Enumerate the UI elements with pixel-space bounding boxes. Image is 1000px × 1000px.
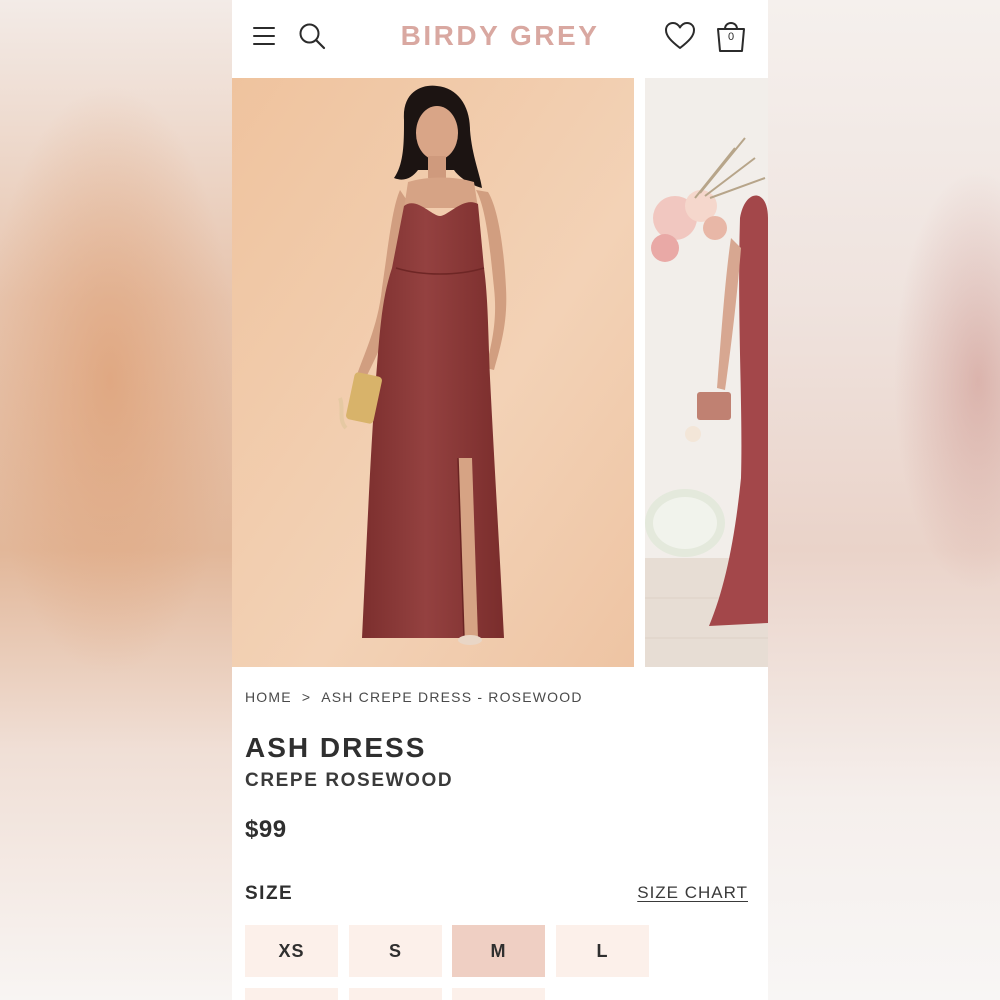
- product-subtitle: CREPE ROSEWOOD: [245, 770, 454, 791]
- brand-logo[interactable]: BIRDY GREY: [382, 20, 618, 52]
- breadcrumb-current-page[interactable]: ASH CREPE DRESS - ROSEWOOD: [321, 689, 582, 705]
- background-blur-left: [0, 0, 232, 1000]
- site-header: BIRDY GREY 0: [232, 0, 768, 78]
- breadcrumb: HOME > ASH CREPE DRESS - ROSEWOOD: [245, 689, 583, 705]
- size-option-m[interactable]: M: [452, 925, 545, 977]
- breadcrumb-home-link[interactable]: HOME: [245, 689, 292, 705]
- shopping-bag-icon[interactable]: 0: [714, 17, 748, 55]
- size-option-l[interactable]: L: [556, 925, 649, 977]
- background-blur-right: [768, 0, 1000, 1000]
- size-chart-link[interactable]: SIZE CHART: [637, 883, 748, 903]
- product-photo-front[interactable]: [232, 78, 634, 667]
- hamburger-menu-icon[interactable]: [250, 22, 278, 50]
- product-title: ASH DRESS: [245, 732, 427, 763]
- size-option-s[interactable]: S: [349, 925, 442, 977]
- search-icon[interactable]: [296, 20, 328, 52]
- product-price: $99: [245, 816, 287, 843]
- size-option-row2-1[interactable]: [245, 988, 338, 1000]
- cart-count-badge: 0: [727, 31, 735, 43]
- size-label: SIZE: [245, 883, 294, 904]
- size-option-row2-3[interactable]: [452, 988, 545, 1000]
- heart-icon[interactable]: [662, 18, 698, 54]
- size-option-row2-2[interactable]: [349, 988, 442, 1000]
- product-photo-styled[interactable]: [645, 78, 768, 667]
- product-page: BIRDY GREY 0 HOME > ASH CREPE DRESS - RO…: [232, 0, 768, 1000]
- breadcrumb-separator: >: [301, 689, 312, 705]
- size-option-xs[interactable]: XS: [245, 925, 338, 977]
